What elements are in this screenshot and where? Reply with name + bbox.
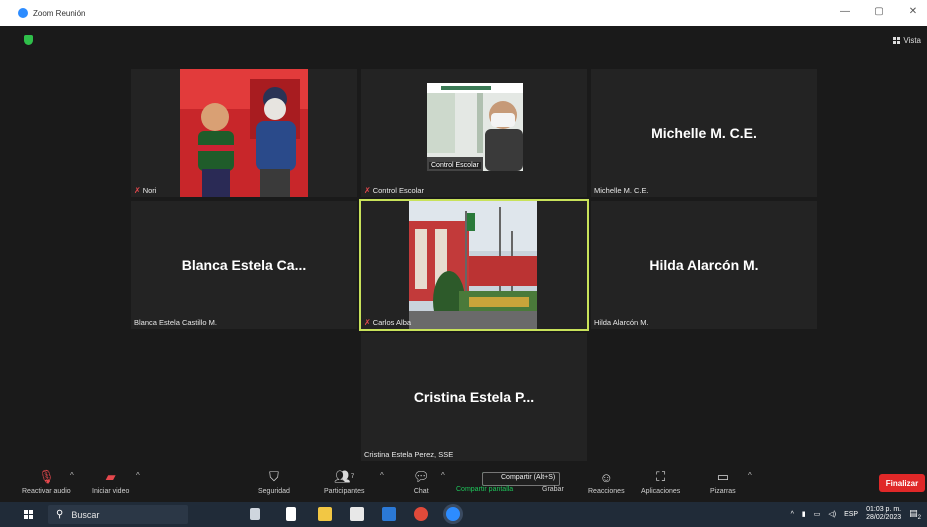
end-meeting-button[interactable]: Finalizar (879, 474, 925, 492)
screen: Zoom Reunión — ▢ ✕ Vista ✗ Nori Control … (0, 0, 927, 527)
window-title: Zoom Reunión (33, 8, 86, 18)
reactions-icon: ☺ (599, 469, 613, 485)
view-button[interactable]: Vista (893, 36, 921, 45)
security-shield-icon[interactable] (24, 35, 33, 45)
participant-label: ✗ Nori (134, 186, 156, 195)
chat-options-caret[interactable]: ^ (441, 471, 445, 480)
apps-button[interactable]: ⛶ Aplicaciones (641, 468, 680, 495)
participant-tile-cristina[interactable]: Cristina Estela P... Cristina Estela Per… (361, 333, 587, 461)
participants-count: 7 (350, 474, 355, 480)
reactions-button[interactable]: ☺ Reacciones (588, 468, 625, 496)
participant-display-name: Blanca Estela Ca... (181, 257, 307, 273)
participant-tile-blanca[interactable]: Blanca Estela Ca... Blanca Estela Castil… (131, 201, 357, 329)
video-caption: Control Escolar (429, 162, 481, 169)
window-controls: — ▢ ✕ (839, 6, 919, 17)
search-icon: ⚲ (56, 509, 64, 520)
mic-muted-icon: ✗ (364, 186, 371, 195)
participant-display-name: Michelle M. C.E. (651, 125, 757, 141)
participant-tile-carlos-alba[interactable]: ✗ Carlos Alba (359, 199, 589, 331)
whiteboard-icon: ▭ (716, 469, 729, 484)
security-button[interactable]: ⛉ Seguridad (258, 468, 290, 495)
participant-name: Cristina Estela Perez, SSE (364, 450, 454, 459)
start-video-button[interactable]: ▰ Iniciar video (92, 468, 129, 495)
video-frame-image (180, 69, 308, 197)
participant-name: Control Escolar (372, 186, 424, 195)
participant-name: Michelle M. C.E. (594, 186, 649, 195)
chat-icon: 💬︎ (413, 469, 430, 484)
network-icon[interactable]: ▭ (814, 510, 821, 518)
windows-start-icon[interactable] (24, 510, 33, 519)
video-off-icon: ▰ (105, 469, 116, 484)
participant-video: Control Escolar (427, 83, 523, 171)
shield-icon: ⛉ (269, 469, 279, 484)
participant-tile-hilda[interactable]: Hilda Alarcón M. Hilda Alarcón M. (591, 201, 817, 329)
grid-view-icon (893, 37, 901, 44)
mail-icon[interactable] (382, 507, 396, 521)
participant-tile-michelle[interactable]: Michelle M. C.E. Michelle M. C.E. (591, 69, 817, 197)
mic-off-icon: 🎙︎ (38, 469, 55, 484)
clock-time: 01:03 p. m. (866, 506, 902, 513)
folder-icon[interactable] (318, 507, 332, 521)
volume-icon[interactable]: ◁) (828, 510, 836, 518)
language-indicator[interactable]: ESP (844, 511, 858, 518)
video-frame-image (409, 201, 537, 329)
system-tray: ^ ▮ ▭ ◁) ESP 01:03 p. m. 28/02/2023 ▤2 (791, 506, 921, 522)
participant-label: Michelle M. C.E. (594, 186, 649, 195)
audio-options-caret[interactable]: ^ (70, 471, 74, 480)
participant-name: Nori (142, 186, 157, 195)
participant-tile-nori[interactable]: ✗ Nori (131, 69, 357, 197)
participant-label: Cristina Estela Perez, SSE (364, 450, 453, 459)
maximize-button[interactable]: ▢ (873, 6, 885, 17)
taskbar-search-box[interactable]: ⚲ Buscar (48, 505, 188, 524)
zoom-taskbar-icon[interactable] (446, 507, 460, 521)
participants-icon: 👥︎ 7 (334, 469, 355, 484)
search-placeholder: Buscar (71, 509, 100, 520)
zoom-logo-icon (18, 8, 28, 18)
mic-muted-icon: ✗ (364, 318, 371, 327)
participant-name: Blanca Estela Castillo M. (134, 318, 217, 327)
participant-video (409, 201, 537, 329)
minimize-button[interactable]: — (839, 6, 851, 17)
store-icon[interactable] (350, 507, 364, 521)
whiteboards-button[interactable]: ▭ Pizarras (710, 468, 736, 495)
file-explorer-icon[interactable] (286, 507, 296, 521)
participant-name: Carlos Alba (372, 318, 412, 327)
record-button[interactable]: Grabar (542, 484, 564, 493)
participant-label: Hilda Alarcón M. (594, 318, 649, 327)
video-options-caret[interactable]: ^ (136, 471, 140, 480)
apps-icon: ⛶ (656, 469, 666, 484)
participant-display-name: Hilda Alarcón M. (649, 257, 759, 273)
participants-button[interactable]: 👥︎ 7 Participantes (324, 468, 364, 495)
participant-label: Blanca Estela Castillo M. (134, 318, 217, 327)
chrome-icon[interactable] (414, 507, 428, 521)
participant-video (180, 69, 308, 197)
mic-muted-icon: ✗ (134, 186, 141, 195)
participant-name: Hilda Alarcón M. (594, 318, 649, 327)
notifications-count: 2 (917, 514, 921, 521)
clock-date: 28/02/2023 (866, 514, 902, 521)
meeting-area: Vista ✗ Nori Control Escolar ✗ Control E… (14, 26, 927, 466)
task-view-icon[interactable] (250, 508, 260, 520)
participant-label: ✗ Control Escolar (364, 186, 424, 195)
window-title-bar: Zoom Reunión — ▢ ✕ (0, 0, 927, 26)
chat-button[interactable]: 💬︎ Chat (413, 468, 430, 495)
participant-label: ✗ Carlos Alba (364, 318, 411, 327)
video-frame-image (427, 83, 523, 171)
view-label: Vista (903, 36, 921, 45)
windows-taskbar: ⚲ Buscar ^ ▮ ▭ ◁) ESP 01:03 p. m. 28/02/… (0, 502, 927, 527)
participants-options-caret[interactable]: ^ (380, 471, 384, 480)
share-screen-button[interactable]: Compartir pantalla (456, 484, 513, 493)
meeting-toolbar: 🎙︎ Reactivar audio ^ ▰ Iniciar video ^ ⛉… (14, 466, 927, 502)
taskbar-clock[interactable]: 01:03 p. m. 28/02/2023 (866, 506, 901, 522)
participant-display-name: Cristina Estela P... (413, 389, 535, 405)
notifications-icon[interactable]: ▤2 (909, 508, 921, 521)
unmute-audio-button[interactable]: 🎙︎ Reactivar audio (22, 468, 71, 495)
tray-chevron-icon[interactable]: ^ (791, 511, 794, 518)
close-button[interactable]: ✕ (907, 6, 919, 17)
participant-tile-control-escolar[interactable]: Control Escolar ✗ Control Escolar (361, 69, 587, 197)
whiteboards-options-caret[interactable]: ^ (748, 471, 752, 480)
battery-icon[interactable]: ▮ (802, 510, 806, 518)
